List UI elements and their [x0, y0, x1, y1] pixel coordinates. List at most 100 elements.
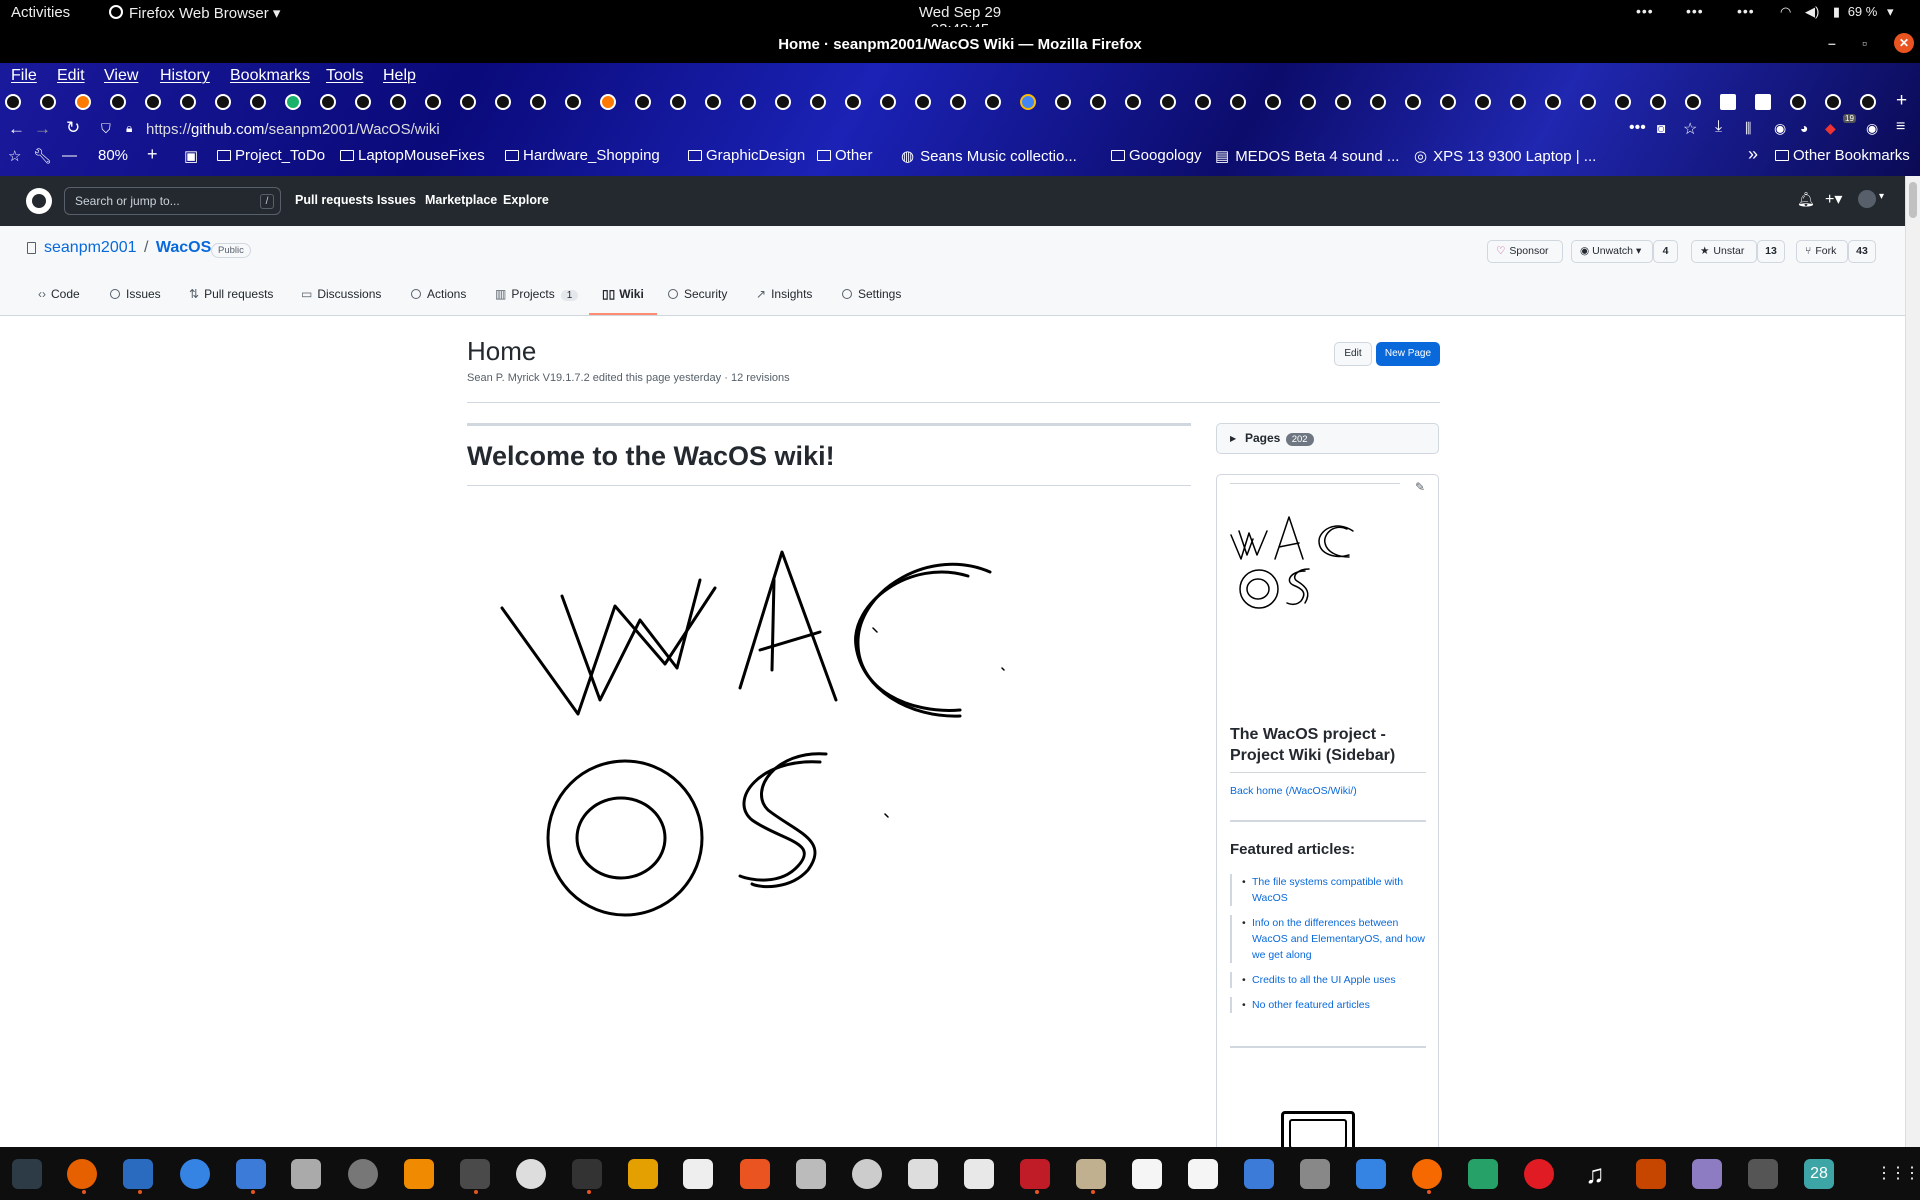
- pinned-tab-icon[interactable]: [355, 94, 371, 110]
- featured-item[interactable]: The file systems compatible with WacOS: [1230, 874, 1430, 906]
- other-bookmarks[interactable]: Other Bookmarks: [1775, 147, 1910, 164]
- unwatch-button[interactable]: ◉ Unwatch ▾: [1571, 240, 1653, 263]
- backup-icon[interactable]: [1412, 1159, 1442, 1189]
- pinned-tab-icon[interactable]: [390, 94, 406, 110]
- terminal-icon[interactable]: [572, 1159, 602, 1189]
- pinned-tab-icon[interactable]: [1685, 94, 1701, 110]
- menu-view[interactable]: View: [104, 67, 138, 85]
- calculator-icon[interactable]: [628, 1159, 658, 1189]
- extension-icon[interactable]: ◕: [1800, 120, 1808, 136]
- zoom-level[interactable]: 80%: [98, 147, 128, 164]
- watch-count[interactable]: 4: [1653, 240, 1678, 263]
- pinned-tab-icon[interactable]: [5, 94, 21, 110]
- tab-actions[interactable]: Actions: [411, 287, 466, 301]
- hamburger-menu-icon[interactable]: ≡: [1896, 118, 1905, 136]
- bookmark-medos[interactable]: ▤ MEDOS Beta 4 sound ...: [1215, 147, 1399, 165]
- pinned-tab-icon[interactable]: [670, 94, 686, 110]
- pinned-tab-icon[interactable]: [180, 94, 196, 110]
- tab-projects[interactable]: ▥ Projects 1: [495, 287, 579, 301]
- calendar-app-icon[interactable]: [964, 1159, 994, 1189]
- pinned-tab-icon[interactable]: [950, 94, 966, 110]
- menu-history[interactable]: History: [160, 67, 210, 85]
- bookmark-project-todo[interactable]: Project_ToDo: [217, 147, 325, 164]
- pinned-tab-icon[interactable]: [1440, 94, 1456, 110]
- character-map-icon[interactable]: [1132, 1159, 1162, 1189]
- github-logo-icon[interactable]: [26, 188, 52, 214]
- tab-pull-requests[interactable]: ⇅ Pull requests: [189, 287, 273, 301]
- account-icon[interactable]: ◉: [1774, 120, 1786, 137]
- help-icon[interactable]: [180, 1159, 210, 1189]
- minimize-button[interactable]: –: [1828, 35, 1836, 51]
- pinned-tab-icon[interactable]: [1790, 94, 1806, 110]
- document-viewer-icon[interactable]: [908, 1159, 938, 1189]
- fork-button[interactable]: ⑂ Fork: [1796, 240, 1848, 263]
- pinned-tab-icon[interactable]: [1300, 94, 1316, 110]
- pinned-tab-icon[interactable]: [1510, 94, 1526, 110]
- bookmark-graphicdesign[interactable]: GraphicDesign: [688, 147, 805, 164]
- pinned-tab-icon[interactable]: [1615, 94, 1631, 110]
- new-page-button[interactable]: New Page: [1376, 342, 1440, 366]
- boxes-icon[interactable]: [460, 1159, 490, 1189]
- forward-arrow-icon[interactable]: →: [34, 119, 51, 139]
- repo-owner-link[interactable]: seanpm2001: [44, 239, 137, 256]
- star-icon[interactable]: ☆: [1683, 119, 1697, 139]
- lock-icon[interactable]: 🔒︎: [126, 121, 132, 136]
- pinned-tab-icon[interactable]: [1020, 94, 1036, 110]
- pinned-tab-icon[interactable]: [985, 94, 1001, 110]
- pinned-tab-icon[interactable]: [1475, 94, 1491, 110]
- pinned-tab-icon[interactable]: [1160, 94, 1176, 110]
- tab-issues[interactable]: Issues: [110, 287, 161, 301]
- download-icon[interactable]: ⤓: [1715, 118, 1722, 136]
- bookmarks-overflow-icon[interactable]: »: [1748, 144, 1758, 165]
- back-arrow-icon[interactable]: ←: [8, 119, 25, 139]
- tool-icon[interactable]: [1748, 1159, 1778, 1189]
- tab-wiki[interactable]: ▯▯ Wiki: [602, 287, 644, 301]
- nav-pull-requests[interactable]: Pull requests: [295, 193, 374, 207]
- chevron-down-icon[interactable]: ▾: [1879, 191, 1884, 202]
- pinned-tab-icon[interactable]: [1825, 94, 1841, 110]
- screen-icon[interactable]: [1356, 1159, 1386, 1189]
- pages-toggle[interactable]: ▶ Pages 202: [1216, 423, 1439, 454]
- activities-button[interactable]: Activities: [11, 4, 70, 21]
- new-tab-button[interactable]: +: [1896, 90, 1907, 112]
- bookmark-laptopmousefixes[interactable]: LaptopMouseFixes: [340, 147, 485, 164]
- pinned-tab-icon[interactable]: [110, 94, 126, 110]
- game-icon[interactable]: [1636, 1159, 1666, 1189]
- pinned-tab-icon[interactable]: [775, 94, 791, 110]
- edit-button[interactable]: Edit: [1334, 342, 1372, 366]
- activity-monitor-icon[interactable]: [683, 1159, 713, 1189]
- url-field[interactable]: https://github.com/seanpm2001/WacOS/wiki: [146, 121, 440, 138]
- library-icon[interactable]: ⫼: [1745, 120, 1751, 137]
- close-window-button[interactable]: ✕: [1894, 33, 1914, 53]
- pinned-tab-icon[interactable]: [1335, 94, 1351, 110]
- pinned-tab-icon[interactable]: [215, 94, 231, 110]
- sponsor-button[interactable]: ♡ Sponsor: [1487, 240, 1563, 263]
- nav-marketplace[interactable]: Marketplace: [425, 193, 497, 207]
- featured-item[interactable]: Credits to all the UI Apple uses: [1230, 972, 1430, 988]
- vlc-icon[interactable]: [404, 1159, 434, 1189]
- page-actions-icon[interactable]: •••: [1629, 119, 1646, 137]
- pinned-tab-icon[interactable]: [635, 94, 651, 110]
- spreadsheet-icon[interactable]: [1468, 1159, 1498, 1189]
- unstar-button[interactable]: ★ Unstar: [1691, 240, 1757, 263]
- pinned-tab-icon[interactable]: [1720, 94, 1736, 110]
- pinned-tab-icon[interactable]: [1265, 94, 1281, 110]
- avatar[interactable]: [1858, 190, 1876, 208]
- archive-icon[interactable]: [1076, 1159, 1106, 1189]
- back-home-link[interactable]: Back home (/WacOS/Wiki/): [1230, 785, 1357, 797]
- maximize-button[interactable]: ▫: [1862, 35, 1867, 51]
- todo-icon[interactable]: [1244, 1159, 1274, 1189]
- pinned-tab-icon[interactable]: [460, 94, 476, 110]
- firefox-icon[interactable]: [67, 1159, 97, 1189]
- pinned-tab-icon[interactable]: [425, 94, 441, 110]
- pinned-tab-icon[interactable]: [320, 94, 336, 110]
- settings-icon[interactable]: [348, 1159, 378, 1189]
- shield-icon[interactable]: ⛉: [101, 121, 111, 137]
- page-meta[interactable]: Sean P. Myrick V19.1.7.2 edited this pag…: [467, 372, 790, 384]
- menu-bookmarks[interactable]: Bookmarks: [230, 67, 310, 85]
- pinned-tab-icon[interactable]: [740, 94, 756, 110]
- search-input[interactable]: Search or jump to... /: [64, 187, 281, 215]
- pinned-tab-icon[interactable]: [1055, 94, 1071, 110]
- repo-name-link[interactable]: WacOS: [156, 239, 211, 256]
- bookmark-other[interactable]: Other: [817, 147, 873, 164]
